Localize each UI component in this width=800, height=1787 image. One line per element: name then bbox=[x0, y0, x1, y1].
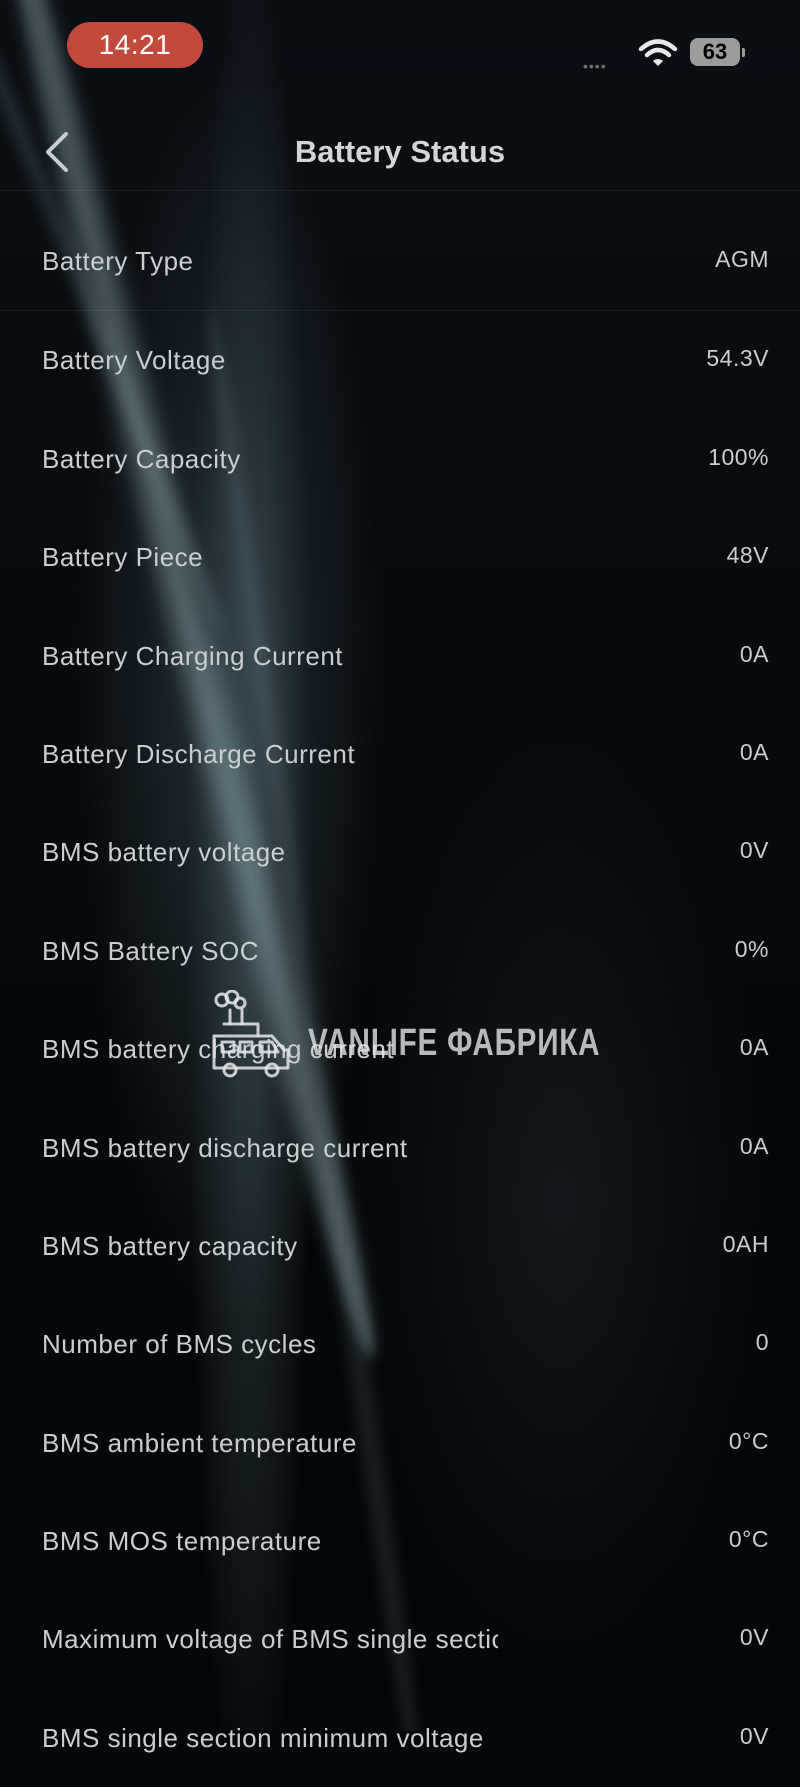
row-label: BMS single section minimum voltage bbox=[42, 1722, 484, 1753]
nav-header: Battery Status bbox=[0, 110, 800, 191]
list-item: BMS battery charging current 0A bbox=[0, 1000, 800, 1098]
list-item: BMS battery voltage 0V bbox=[0, 803, 800, 901]
row-value: 0A bbox=[739, 1132, 769, 1159]
row-value: AGM bbox=[715, 246, 769, 272]
row-label: Battery Piece bbox=[42, 542, 204, 573]
list-item: BMS MOS temperature 0°C bbox=[0, 1492, 800, 1590]
row-value: 48V bbox=[726, 542, 769, 569]
row-value: 0°C bbox=[728, 1526, 769, 1553]
cellular-signal-icon: •••• bbox=[583, 58, 607, 74]
row-value: 0% bbox=[734, 935, 769, 962]
list-item: Maximum voltage of BMS single section 0V bbox=[0, 1590, 800, 1688]
battery-status-list: Battery Type AGM Battery Voltage 54.3V B… bbox=[0, 212, 800, 1787]
row-label: BMS battery discharge current bbox=[42, 1132, 408, 1163]
list-item: Battery Voltage 54.3V bbox=[0, 311, 800, 409]
status-bar: 14:21 •••• 63 bbox=[0, 0, 800, 90]
page-title: Battery Status bbox=[294, 134, 506, 169]
row-label: BMS battery capacity bbox=[42, 1230, 298, 1261]
row-label: Battery Voltage bbox=[42, 345, 226, 376]
row-value: 0A bbox=[739, 640, 769, 667]
row-value: 54.3V bbox=[706, 345, 769, 372]
row-value: 0V bbox=[739, 1624, 769, 1651]
list-item: Battery Charging Current 0A bbox=[0, 607, 800, 705]
list-item: BMS single section minimum voltage 0V bbox=[0, 1689, 800, 1787]
row-label: Battery Discharge Current bbox=[42, 738, 356, 769]
wifi-icon bbox=[638, 39, 678, 66]
list-item: Battery Capacity 100% bbox=[0, 410, 800, 508]
list-item: BMS battery discharge current 0A bbox=[0, 1099, 800, 1197]
row-value: 0A bbox=[739, 738, 769, 765]
row-value: 0 bbox=[755, 1329, 769, 1356]
list-item: Number of BMS cycles 0 bbox=[0, 1295, 800, 1393]
row-value: 0A bbox=[739, 1034, 769, 1061]
row-value: 0V bbox=[739, 837, 769, 864]
row-value: 100% bbox=[708, 443, 769, 470]
row-value: 0AH bbox=[722, 1230, 769, 1257]
status-time: 14:21 bbox=[67, 22, 203, 68]
row-value: 0°C bbox=[728, 1427, 769, 1454]
row-label: BMS Battery SOC bbox=[42, 935, 259, 966]
row-value: 0V bbox=[739, 1722, 769, 1749]
row-label: Battery Capacity bbox=[42, 443, 241, 474]
battery-icon: 63 bbox=[690, 38, 745, 66]
row-label: BMS battery charging current bbox=[42, 1034, 395, 1065]
row-label: Battery Charging Current bbox=[42, 640, 344, 671]
list-item: BMS ambient temperature 0°C bbox=[0, 1394, 800, 1492]
row-label: Maximum voltage of BMS single section bbox=[42, 1624, 498, 1655]
list-item: Battery Type AGM bbox=[0, 212, 800, 312]
list-item: BMS battery capacity 0AH bbox=[0, 1197, 800, 1295]
row-label: BMS MOS temperature bbox=[42, 1526, 322, 1557]
list-item: BMS Battery SOC 0% bbox=[0, 902, 800, 1000]
list-item: Battery Discharge Current 0A bbox=[0, 705, 800, 803]
row-label: Battery Type bbox=[42, 246, 194, 276]
row-label: BMS battery voltage bbox=[42, 837, 286, 868]
row-label: Number of BMS cycles bbox=[42, 1329, 317, 1360]
row-label: BMS ambient temperature bbox=[42, 1427, 357, 1458]
list-item: Battery Piece 48V bbox=[0, 508, 800, 606]
